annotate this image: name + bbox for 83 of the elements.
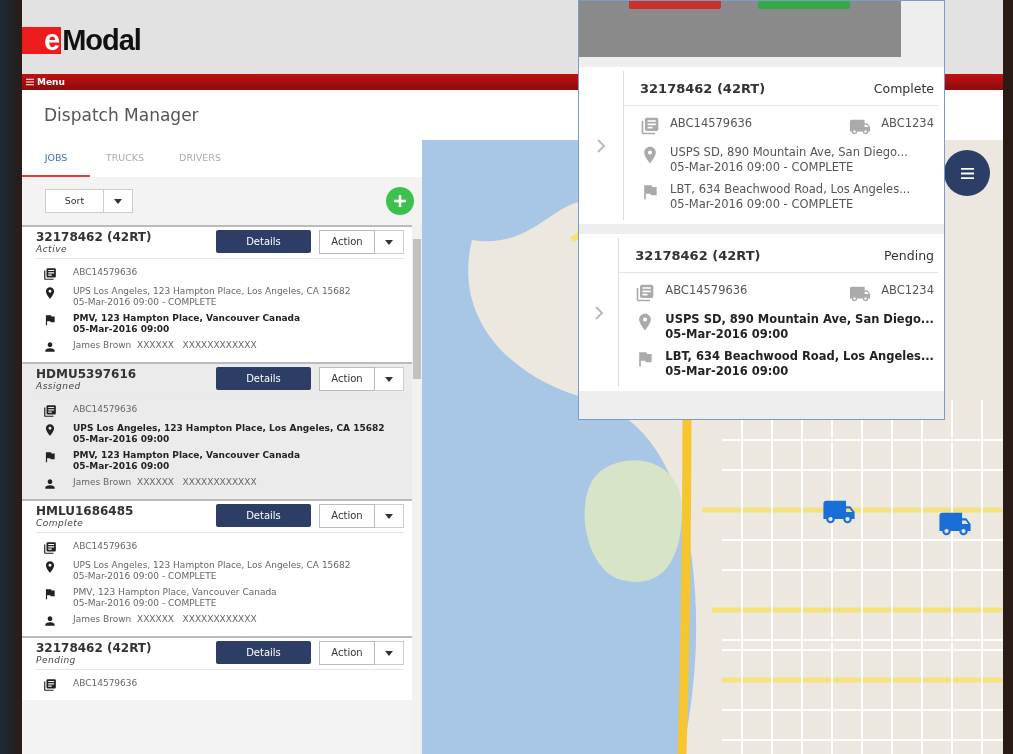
pickup-text: USPS SD, 890 Mountain Ave, San Diego... 05-Mar-2016 09:00 - COMPLETE (670, 145, 908, 175)
flag-icon (43, 313, 57, 327)
job-status: Pending (36, 655, 77, 665)
job-id: 32178462 (42RT) (635, 247, 761, 263)
job-card[interactable]: 32178462 (42RT) Pending ABC14579636 ABC1234 USPS SD, 890 Mountain Ave, San Diego... 05-Mar-2016 09:00 LBT, 634 Beachwood Road, Los Angeles... 05-Mar-2016 09:00 (579, 234, 944, 391)
chevron-right-icon (596, 137, 606, 154)
location-pin-icon (43, 560, 57, 574)
action-button[interactable]: Action (319, 230, 375, 254)
details-button[interactable]: Details (216, 367, 311, 390)
delivery-text: LBT, 634 Beachwood Road, Los Angeles... 05-Mar-2016 09:00 - COMPLETE (670, 182, 911, 212)
action-button[interactable]: Action (319, 367, 375, 391)
job-status: Pending (884, 247, 934, 263)
details-button[interactable]: Details (216, 230, 311, 253)
person-icon (43, 340, 57, 354)
document-icon (635, 283, 656, 303)
job-detail-text: ABC14579636 (73, 678, 138, 689)
job-id: 32178462 (42RT) (640, 80, 766, 96)
logo: eModal (22, 27, 141, 54)
flag-icon (43, 450, 57, 464)
job-detail-text: ABC14579636 (73, 541, 138, 552)
menu-icon (26, 78, 34, 86)
job-status: Complete (873, 80, 934, 96)
caret-icon (385, 650, 393, 656)
truck-number: ABC1234 (881, 283, 934, 298)
delivery-text: LBT, 634 Beachwood Road, Los Angeles... 05-Mar-2016 09:00 (665, 349, 934, 379)
job-detail-text: ABC14579636 (73, 267, 138, 278)
sort-dropdown-button[interactable] (104, 189, 133, 213)
job-status: Complete (36, 518, 85, 528)
location-pin-icon (43, 423, 57, 437)
plus-icon (393, 194, 407, 208)
truck-number: ABC1234 (881, 116, 934, 131)
location-pin-icon (43, 286, 57, 300)
job-detail-text: James Brown XXXXXX XXXXXXXXXXXX (73, 477, 257, 488)
action-dropdown-button[interactable] (375, 367, 404, 391)
job-card[interactable]: 32178462 (42RT) Complete ABC14579636 ABC1234 USPS SD, 890 Mountain Ave, San Diego... 05-Mar-2016 09:00 - COMPLETE LBT, 634 Beachwood Road, Los Angeles... 05-Mar-2016 09:00 - COMPLETE (579, 67, 944, 224)
details-button[interactable]: Details (216, 504, 311, 527)
job-card[interactable] (22, 362, 412, 499)
job-detail-text: UPS Los Angeles, 123 Hampton Place, Los Angeles, CA 15682 05-Mar-2016 09:00 - COMPLETE (73, 286, 351, 308)
caret-icon (385, 513, 393, 519)
action-dropdown-button[interactable] (375, 504, 404, 528)
action-dropdown-button[interactable] (375, 230, 404, 254)
person-icon (43, 477, 57, 491)
document-icon (43, 404, 57, 418)
document-icon (43, 678, 57, 692)
action-button[interactable]: Action (319, 641, 375, 665)
job-detail-text: UPS Los Angeles, 123 Hampton Place, Los Angeles, CA 15682 05-Mar-2016 09:00 - COMPLETE (73, 560, 351, 582)
job-detail-text: PMV, 123 Hampton Place, Vancouver Canada 05-Mar-2016 09:00 (73, 450, 301, 472)
tab[interactable]: JOBS (22, 140, 90, 177)
job-id: HDMU5397616 (36, 367, 137, 381)
job-status: Assigned (36, 381, 82, 391)
menu-button[interactable]: Menu (26, 77, 65, 87)
caret-icon (385, 239, 393, 245)
job-id: 32178462 (42RT) (36, 641, 152, 655)
flag-icon (43, 587, 57, 601)
job-card[interactable] (22, 225, 412, 362)
action-dropdown-button[interactable] (375, 641, 404, 665)
job-detail-text: ABC14579636 (73, 404, 138, 415)
page-title: Dispatch Manager (44, 105, 199, 125)
job-card[interactable]: 32178462 (42RT) Pending Details Action ABC14579636 (22, 636, 412, 700)
caret-icon (385, 376, 393, 382)
job-card[interactable] (22, 499, 412, 636)
container-number: ABC14579636 (665, 283, 748, 298)
action-button[interactable]: Action (319, 504, 375, 528)
job-detail-text: UPS Los Angeles, 123 Hampton Place, Los Angeles, CA 15682 05-Mar-2016 09:00 (73, 423, 385, 445)
scrollbar-thumb[interactable] (413, 239, 421, 379)
caret-icon (114, 198, 122, 204)
sort-button[interactable]: Sort (45, 189, 104, 213)
job-id: 32178462 (42RT) (36, 230, 152, 244)
chevron-right-icon (593, 304, 604, 321)
job-status: Active (36, 244, 68, 254)
document-icon (43, 267, 57, 281)
job-id: HMLU1686485 (36, 504, 134, 518)
pickup-text: USPS SD, 890 Mountain Ave, San Diego... 05-Mar-2016 09:00 (665, 312, 934, 342)
container-number: ABC14579636 (670, 116, 753, 131)
job-detail-text: PMV, 123 Hampton Place, Vancouver Canada 05-Mar-2016 09:00 (73, 313, 301, 335)
document-icon (640, 116, 660, 136)
person-icon (43, 614, 57, 628)
job-detail-text: James Brown XXXXXX XXXXXXXXXXXX (73, 614, 257, 625)
document-icon (43, 541, 57, 555)
job-detail-text: PMV, 123 Hampton Place, Vancouver Canada 05-Mar-2016 09:00 - COMPLETE (73, 587, 277, 609)
details-button[interactable]: Details (216, 641, 311, 664)
job-detail-text: James Brown XXXXXX XXXXXXXXXXXX (73, 340, 257, 351)
menu-icon (960, 166, 974, 180)
